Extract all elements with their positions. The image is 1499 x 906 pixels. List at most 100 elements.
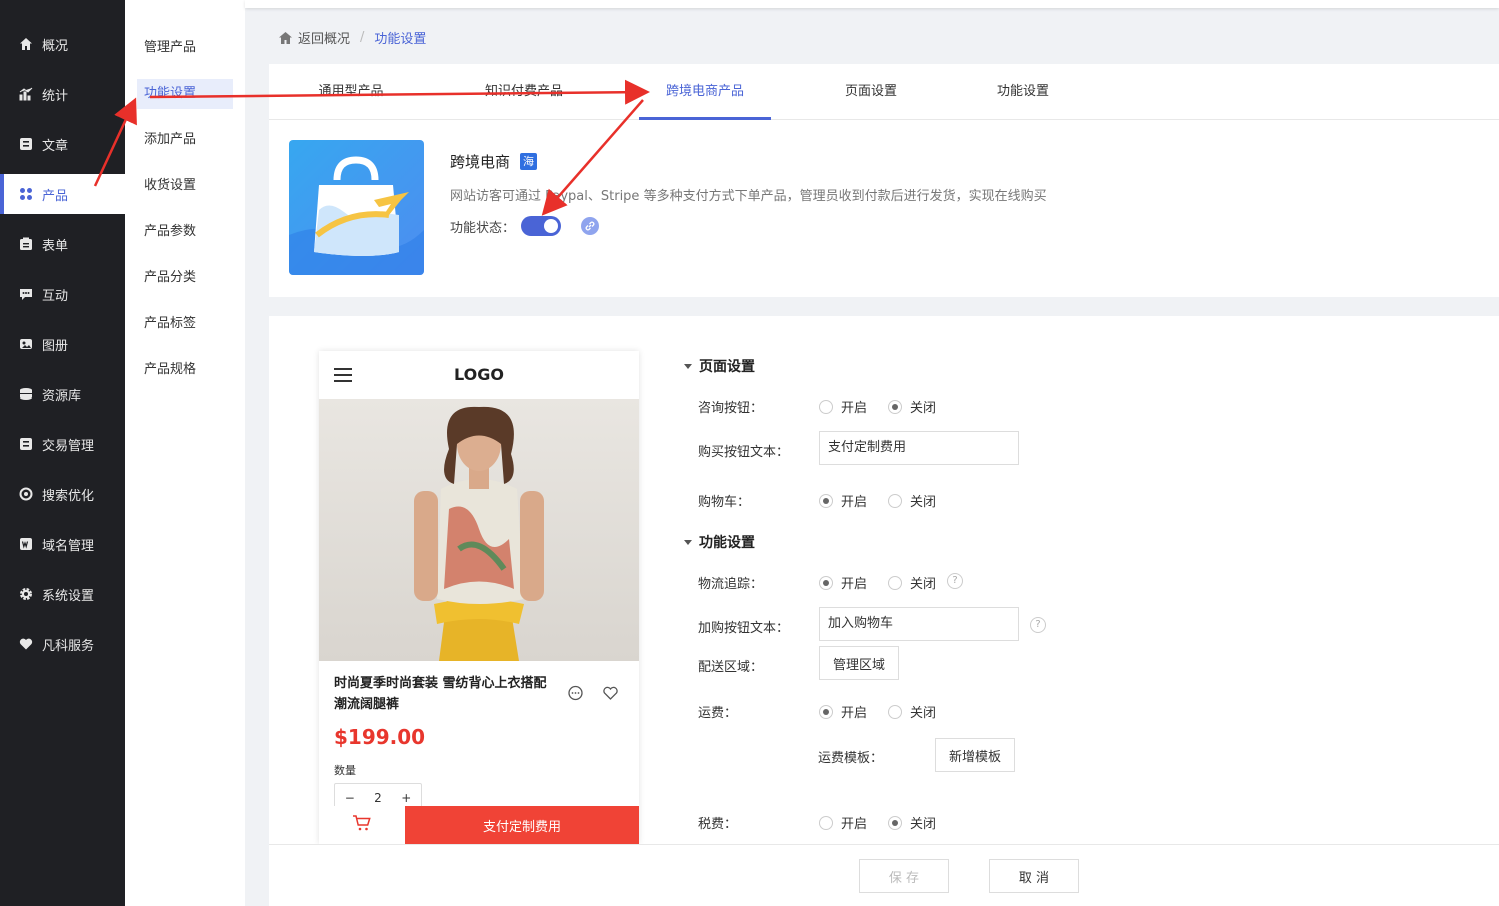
consult-button-label: 咨询按钮： [698,401,764,416]
gear-icon [18,586,34,602]
seo-icon [18,486,34,502]
home-icon[interactable] [278,31,293,45]
database-icon [18,386,34,402]
feature-status-row: 功能状态： [450,216,600,236]
breadcrumb-back-link[interactable]: 返回概况 [298,28,350,47]
sidebar-item-form[interactable]: 表单 [0,224,125,264]
sidebar-item-stats[interactable]: 统计 [0,74,125,114]
subnav-item-feature-settings[interactable]: 功能设置 [137,79,233,109]
sidebar-item-label: 交易管理 [42,438,95,454]
link-icon[interactable] [581,217,600,235]
cart-label: 购物车： [698,495,751,510]
freight-radio-on[interactable]: 开启 [819,702,867,721]
radio-label: 关闭 [910,817,937,832]
buy-text-input[interactable]: 支付定制费用 [819,431,1019,465]
buy-text-label: 购买按钮文本： [698,445,790,460]
sidebar-item-label: 域名管理 [42,538,95,554]
sidebar-item-interact[interactable]: 互动 [0,274,125,314]
product-price: $199.00 [334,725,426,749]
heart-icon [18,636,34,652]
manage-region-button[interactable]: 管理区域 [819,646,899,680]
help-icon[interactable]: ? [947,573,963,589]
breadcrumb-separator: / [360,30,365,45]
tab-feature-settings[interactable]: 功能设置 [994,64,1052,120]
cart-icon [352,814,372,836]
breadcrumb: 返回概况 / 功能设置 [278,28,426,47]
sidebar-item-seo[interactable]: 搜索优化 [0,474,125,514]
sidebar-item-article[interactable]: 文章 [0,124,125,164]
sidebar-item-product[interactable]: 产品 [0,174,125,214]
home-icon [18,36,34,52]
tab-bar: 通用型产品 知识付费产品 跨境电商产品 页面设置 功能设置 [269,64,1499,120]
tax-radio-off[interactable]: 关闭 [888,813,936,832]
trade-icon [18,436,34,452]
product-subnav: 管理产品 功能设置 添加产品 收货设置 产品参数 产品分类 产品标签 产品规格 [125,0,245,906]
chat-icon [18,286,34,302]
cart-radio-off[interactable]: 关闭 [888,491,936,510]
subnav-item-params[interactable]: 产品参数 [137,217,233,247]
cart-radio-on[interactable]: 开启 [819,491,867,510]
preview-header: LOGO [319,351,639,399]
subnav-item-specs[interactable]: 产品规格 [137,355,233,385]
tab-general-product[interactable]: 通用型产品 [317,64,385,120]
sidebar-item-settings[interactable]: 系统设置 [0,574,125,614]
settings-panel: LOGO 时尚夏季时尚套装 雪纺背心上衣搭配潮流阔腿裤 $199.00 数量 −… [269,316,1499,906]
favorite-heart-icon[interactable] [602,685,619,706]
crossborder-app-icon [289,140,424,275]
freight-radio-off[interactable]: 关闭 [888,702,936,721]
tracking-radio-off[interactable]: 关闭 [888,573,936,592]
sidebar-item-overview[interactable]: 概况 [0,24,125,64]
pay-button[interactable]: 支付定制费用 [405,806,639,844]
comment-icon[interactable] [567,685,584,706]
feature-status-toggle[interactable] [521,216,562,236]
add-cart-text-label: 加购按钮文本： [698,621,790,636]
sidebar-item-label: 表单 [42,238,69,254]
domain-icon [18,536,34,552]
preview-bottom-bar: 支付定制费用 [319,806,639,844]
radio-label: 开启 [841,495,868,510]
sidebar-item-resource[interactable]: 资源库 [0,374,125,414]
sidebar-item-label: 产品 [42,188,69,204]
consult-radio-off[interactable]: 关闭 [888,397,936,416]
subnav-item-tags[interactable]: 产品标签 [137,309,233,339]
page-settings-title: 页面设置 [699,359,755,375]
sidebar-item-service[interactable]: 凡科服务 [0,624,125,664]
radio-circle [888,493,902,508]
sidebar-item-label: 资源库 [42,388,82,404]
page-settings-heading[interactable]: 页面设置 [684,356,755,376]
cart-button[interactable] [319,806,405,844]
tab-crossborder-product[interactable]: 跨境电商产品 [639,64,771,120]
save-button[interactable]: 保 存 [859,859,949,893]
sidebar-item-domain[interactable]: 域名管理 [0,524,125,564]
tax-radio-on[interactable]: 开启 [819,813,867,832]
add-template-button[interactable]: 新增模板 [935,738,1015,772]
product-title: 时尚夏季时尚套装 雪纺背心上衣搭配潮流阔腿裤 [334,676,547,712]
sidebar-item-label: 系统设置 [42,588,95,604]
feature-title: 跨境电商 海 [450,151,538,172]
quantity-minus-button[interactable]: − [345,791,355,805]
add-cart-text-input[interactable]: 加入购物车 [819,607,1019,641]
tracking-radio-on[interactable]: 开启 [819,573,867,592]
subnav-item-category[interactable]: 产品分类 [137,263,233,293]
radio-label: 关闭 [910,401,937,416]
radio-label: 开启 [841,817,868,832]
tab-page-settings[interactable]: 页面设置 [842,64,900,120]
sidebar-item-label: 搜索优化 [42,488,95,504]
sidebar-item-album[interactable]: 图册 [0,324,125,364]
subnav-item-manage[interactable]: 管理产品 [137,33,233,63]
feature-status-label: 功能状态： [450,220,516,236]
sidebar-item-trade[interactable]: 交易管理 [0,424,125,464]
tab-knowledge-product[interactable]: 知识付费产品 [482,64,566,120]
help-icon[interactable]: ? [1030,617,1046,633]
radio-circle [819,575,833,590]
overseas-badge: 海 [520,153,538,170]
subnav-item-add[interactable]: 添加产品 [137,125,233,155]
breadcrumb-current: 功能设置 [374,32,427,47]
function-settings-heading[interactable]: 功能设置 [684,532,755,552]
top-bar [245,0,1499,8]
quantity-plus-button[interactable]: + [401,791,411,805]
feature-description: 网站访客可通过 Paypal、Stripe 等多种支付方式下单产品，管理员收到付… [450,189,1047,204]
subnav-item-shipping[interactable]: 收货设置 [137,171,233,201]
cancel-button[interactable]: 取 消 [989,859,1079,893]
consult-radio-on[interactable]: 开启 [819,397,867,416]
